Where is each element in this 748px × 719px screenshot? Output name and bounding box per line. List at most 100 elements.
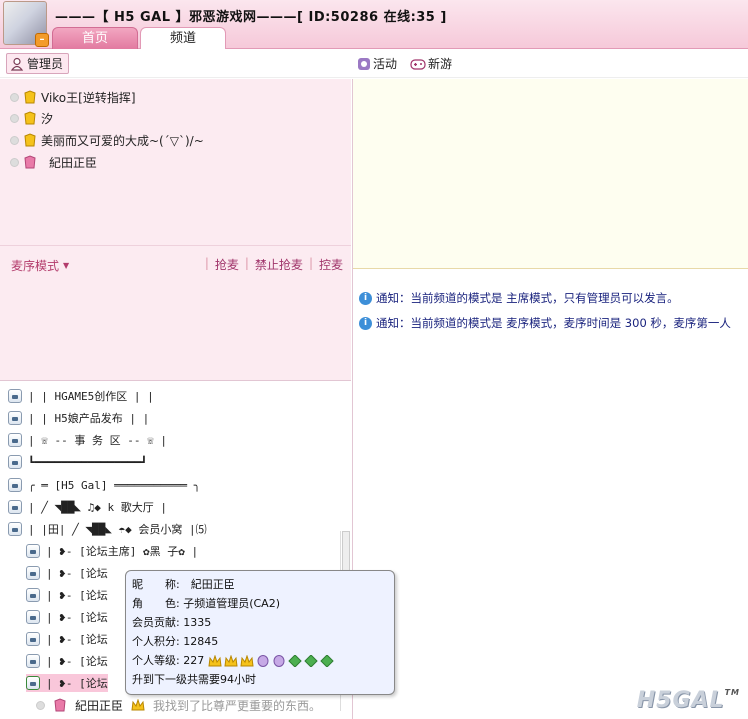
mic-mode-label: 麦序模式 xyxy=(11,259,60,273)
channel-name: | ❥- [论坛 xyxy=(46,633,108,646)
lock-icon xyxy=(8,478,22,492)
mic-actions: | 抢麦 | 禁止抢麦 | 控麦 xyxy=(199,256,343,273)
lock-icon xyxy=(26,654,40,668)
info-icon: i xyxy=(359,316,372,330)
crown-icon xyxy=(131,699,145,711)
tab-channel[interactable]: 频道 xyxy=(140,27,226,49)
channel-name: ┗━━━━━━━━━━━━━━━━┛ xyxy=(28,455,148,469)
lock-icon xyxy=(8,455,22,469)
tab-home[interactable]: 首页 xyxy=(52,27,138,49)
status-dot xyxy=(10,135,19,145)
notice-line: i 通知：当前频道的模式是 主席模式，只有管理员可以发言。 xyxy=(359,289,679,307)
user-role-icon xyxy=(24,133,36,147)
channel-name: | ❥- [论坛 xyxy=(46,589,108,602)
user-row[interactable]: 紀田正臣 xyxy=(10,152,97,172)
channel-row[interactable]: | ❥- [论坛 xyxy=(26,564,108,582)
mic-user-row[interactable]: 紀田正臣 我找到了比尊严更重要的东西。 xyxy=(36,695,321,715)
channel-name: | ❥- [论坛 xyxy=(46,655,108,668)
channel-row[interactable]: | ╱ ◥██◣ ♫◆ k 歌大厅 | xyxy=(8,498,167,516)
lock-icon xyxy=(8,433,22,447)
status-dot xyxy=(36,700,45,710)
notice-text: 通知：当前频道的模式是 主席模式，只有管理员可以发言。 xyxy=(376,291,679,305)
chevron-down-icon: ▼ xyxy=(63,261,70,270)
notice-line: i 通知：当前频道的模式是 麦序模式，麦序时间是 300 秒，麦序第一人 xyxy=(359,314,731,332)
new-game-button[interactable]: 新游 xyxy=(410,55,452,72)
user-name: 紀田正臣 xyxy=(75,698,124,713)
user-role-icon xyxy=(54,698,66,712)
status-dot xyxy=(10,113,19,123)
right-pane: i 通知：当前频道的模式是 主席模式，只有管理员可以发言。 i 通知：当前频道的… xyxy=(352,79,748,719)
user-role-icon xyxy=(24,111,36,125)
minimize-badge-icon[interactable]: – xyxy=(35,33,49,47)
channel-row[interactable]: | ❥- [论坛 xyxy=(26,608,108,626)
forbid-grab-link[interactable]: 禁止抢麦 xyxy=(255,256,303,273)
channel-name: | ❥- [论坛 xyxy=(46,611,108,624)
channel-row[interactable]: | ❥- [论坛 xyxy=(26,630,108,648)
h5gal-logo: H5GALTM xyxy=(636,688,740,713)
lock-icon xyxy=(8,522,22,536)
channel-row[interactable]: | | H5娘产品发布 | | xyxy=(8,409,149,427)
grab-mic-link[interactable]: 抢麦 xyxy=(215,256,239,273)
user-name: 美丽而又可爱的大成~(´▽`)/~ xyxy=(41,133,204,148)
status-dot xyxy=(10,92,19,102)
star-icon xyxy=(319,655,334,667)
avatar[interactable]: – xyxy=(3,1,49,47)
user-role-icon xyxy=(24,90,36,104)
activity-button[interactable]: 活动 xyxy=(357,55,397,72)
channel-row[interactable]: | ❥- [论坛 xyxy=(26,586,108,604)
moon-icon xyxy=(257,655,269,667)
user-name: 汐 xyxy=(41,111,54,126)
crown-icon xyxy=(208,655,222,667)
info-icon: i xyxy=(359,291,372,305)
status-dot xyxy=(10,157,19,167)
mic-panel: 麦序模式 ▼ | 抢麦 | 禁止抢麦 | 控麦 xyxy=(0,245,351,380)
tab-bar: 首页 频道 xyxy=(52,27,228,49)
admin-list: Viko王[逆转指挥] 汐 美丽而又可爱的大成~(´▽`)/~ 紀田正臣 xyxy=(0,79,351,245)
channel-row-selected[interactable]: | ❥- [论坛 xyxy=(26,674,108,692)
lock-icon xyxy=(26,610,40,624)
user-signature: 我找到了比尊严更重要的东西。 xyxy=(153,698,322,713)
channel-row[interactable]: ╭ ═ [H5 Gal] ═══════════ ╮ xyxy=(8,476,200,494)
user-row[interactable]: 汐 xyxy=(10,108,53,128)
channel-row[interactable]: | ❥- [论坛 xyxy=(26,652,108,670)
admin-button[interactable]: 管理员 xyxy=(6,53,70,74)
channel-title: ———【 H5 GAL 】邪恶游戏网———[ ID:50286 在线:35 ] xyxy=(55,10,447,25)
separator: | xyxy=(204,256,209,270)
user-row[interactable]: Viko王[逆转指挥] xyxy=(10,87,136,107)
moon-icon xyxy=(273,655,285,667)
admin-user-icon xyxy=(10,57,24,71)
user-name: 紀田正臣 xyxy=(49,155,98,170)
user-role-icon xyxy=(24,155,36,169)
control-mic-link[interactable]: 控麦 xyxy=(319,256,343,273)
tooltip-nick: 昵 称: 紀田正臣 xyxy=(132,578,235,591)
crown-icon xyxy=(240,655,254,667)
user-row[interactable]: 美丽而又可爱的大成~(´▽`)/~ xyxy=(10,130,204,150)
channel-row[interactable]: | |田| ╱ ◥██◣ ☂◆ 会员小窝 |⑸ xyxy=(8,520,207,538)
lock-icon xyxy=(8,411,22,425)
channel-name: | ╱ ◥██◣ ♫◆ k 歌大厅 | xyxy=(28,501,167,514)
lock-icon xyxy=(26,676,40,690)
tooltip-upgrade: 升到下一级共需要94小时 xyxy=(132,673,256,686)
video-area xyxy=(353,79,748,269)
user-name: Viko王[逆转指挥] xyxy=(41,90,136,105)
channel-row[interactable]: ┗━━━━━━━━━━━━━━━━┛ xyxy=(8,453,147,471)
lock-icon xyxy=(26,544,40,558)
mic-mode-dropdown[interactable]: 麦序模式 ▼ xyxy=(11,257,69,274)
channel-row[interactable]: | ❥- [论坛主席] ✿黑 子✿ | xyxy=(26,542,198,560)
star-icon xyxy=(303,655,318,667)
separator: | xyxy=(308,256,313,270)
level-icons xyxy=(208,655,334,667)
channel-name: | | H5娘产品发布 | | xyxy=(28,412,150,425)
tooltip-level-row: 个人等级: 227 xyxy=(132,651,388,670)
tooltip-role: 角 色: 子频道管理员(CA2) xyxy=(132,597,280,610)
lock-icon xyxy=(26,566,40,580)
notice-text: 通知：当前频道的模式是 麦序模式，麦序时间是 300 秒，麦序第一人 xyxy=(376,316,731,330)
activity-label: 活动 xyxy=(373,57,398,71)
channel-name: | ❥- [论坛主席] ✿黑 子✿ | xyxy=(46,545,199,558)
lock-icon xyxy=(8,500,22,514)
activity-icon xyxy=(358,57,370,70)
lock-icon xyxy=(8,389,22,403)
channel-row[interactable]: | ☏ -- 事 务 区 -- ☏ | xyxy=(8,431,167,449)
channel-name: ╭ ═ [H5 Gal] ═══════════ ╮ xyxy=(28,478,201,492)
channel-row[interactable]: | | HGAME5创作区 | | xyxy=(8,387,154,405)
